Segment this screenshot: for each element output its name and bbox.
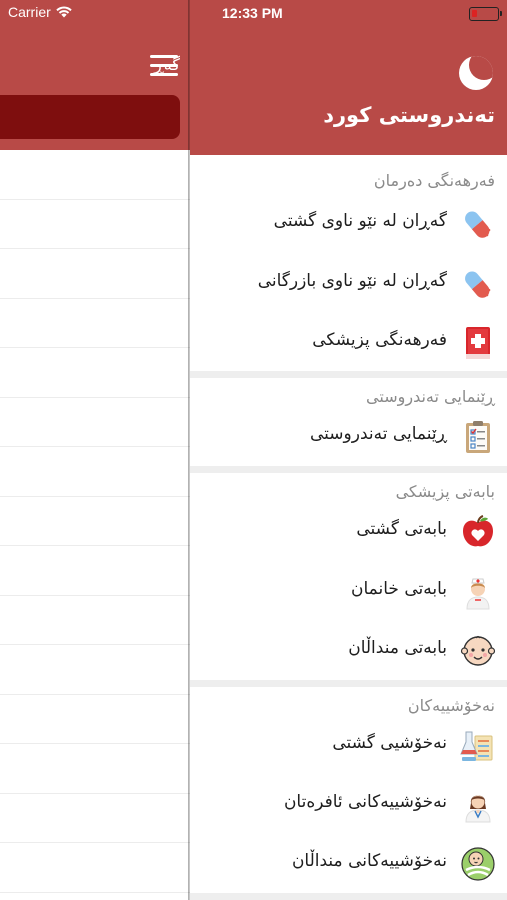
section-divider	[190, 466, 507, 473]
menu-item-label: نەخۆشیی گشتی	[332, 733, 447, 753]
list-item[interactable]	[0, 497, 190, 546]
list-item[interactable]	[0, 843, 190, 893]
main-list	[0, 150, 190, 893]
female-doctor-icon	[459, 786, 497, 824]
list-item[interactable]	[0, 299, 190, 348]
menu-item-generic-name-search[interactable]: گەڕان لە نێو ناوی گشتی	[190, 194, 507, 252]
menu-item-women-topics[interactable]: بابەتی خانمان	[190, 562, 507, 620]
list-item[interactable]	[0, 348, 190, 398]
menu-item-general-diseases[interactable]: نەخۆشیی گشتی	[190, 716, 507, 774]
hamburger-menu-icon[interactable]	[150, 55, 178, 79]
section-divider	[190, 893, 507, 900]
swaddled-baby-icon	[459, 845, 497, 883]
carrier-indicator: Carrier	[8, 4, 72, 20]
menu-item-label: بابەتی خانمان	[351, 579, 447, 599]
menu-item-general-topics[interactable]: بابەتی گشتی	[190, 502, 507, 560]
menu-item-label: گەڕان لە نێو ناوی بازرگانی	[257, 271, 447, 291]
carrier-label: Carrier	[8, 4, 51, 20]
menu-item-label: فەرهەنگی پزیشکی	[312, 330, 447, 350]
menu-item-label: گەڕان لە نێو ناوی گشتی	[273, 211, 447, 231]
list-item[interactable]	[0, 645, 190, 695]
clipboard-icon	[459, 418, 497, 456]
list-item[interactable]	[0, 447, 190, 497]
list-item[interactable]	[0, 249, 190, 299]
menu-item-medical-dictionary[interactable]: فەرهەنگی پزیشکی	[190, 313, 507, 371]
clock: 12:33 PM	[222, 5, 283, 21]
main-screen-background[interactable]: گەڕ	[0, 0, 190, 900]
moon-icon[interactable]	[459, 56, 493, 90]
lab-tubes-icon	[459, 727, 497, 765]
list-item[interactable]	[0, 150, 190, 200]
pill-capsule-icon	[459, 265, 497, 303]
menu-item-label: بابەتی گشتی	[356, 519, 447, 539]
battery-icon	[469, 7, 502, 21]
list-item[interactable]	[0, 596, 190, 645]
side-drawer: تەندروستی کورد فەرهەنگی دەرمان گەڕان لە …	[190, 0, 507, 900]
menu-item-brand-name-search[interactable]: گەڕان لە نێو ناوی بازرگانی	[190, 254, 507, 312]
section-title-diseases: نەخۆشییەکان	[407, 696, 495, 715]
menu-item-health-guide[interactable]: ڕێنمایی تەندروستی	[190, 407, 507, 465]
baby-face-icon	[459, 632, 497, 670]
list-item[interactable]	[0, 744, 190, 794]
menu-item-women-diseases[interactable]: نەخۆشییەکانی ئافرەتان	[190, 775, 507, 833]
medical-book-icon	[459, 324, 497, 362]
section-divider	[190, 371, 507, 378]
pill-capsule-icon	[459, 205, 497, 243]
menu-item-children-topics[interactable]: بابەتی منداڵان	[190, 621, 507, 679]
section-title-medical-topics: بابەتی پزیشکی	[395, 482, 495, 501]
app-title: تەندروستی کورد	[323, 103, 495, 127]
menu-item-label: ڕێنمایی تەندروستی	[309, 424, 447, 444]
list-item[interactable]	[0, 546, 190, 596]
menu-item-label: نەخۆشییەکانی ئافرەتان	[283, 792, 447, 812]
menu-item-label: نەخۆشییەکانی منداڵان	[291, 851, 447, 871]
nurse-icon	[459, 573, 497, 611]
apple-heart-icon	[459, 513, 497, 551]
list-item[interactable]	[0, 200, 190, 249]
section-title-drug-dictionary: فەرهەنگی دەرمان	[373, 171, 495, 190]
menu-item-children-diseases[interactable]: نەخۆشییەکانی منداڵان	[190, 834, 507, 892]
list-item[interactable]	[0, 794, 190, 843]
wifi-icon	[56, 6, 72, 18]
menu-item-label: بابەتی منداڵان	[348, 638, 447, 658]
main-search-bar[interactable]	[0, 95, 180, 139]
list-item[interactable]	[0, 695, 190, 744]
status-bar: Carrier 12:33 PM	[0, 0, 507, 30]
section-divider	[190, 680, 507, 687]
section-title-health-guide: ڕێنمایی تەندروستی	[366, 387, 495, 406]
list-item[interactable]	[0, 398, 190, 447]
